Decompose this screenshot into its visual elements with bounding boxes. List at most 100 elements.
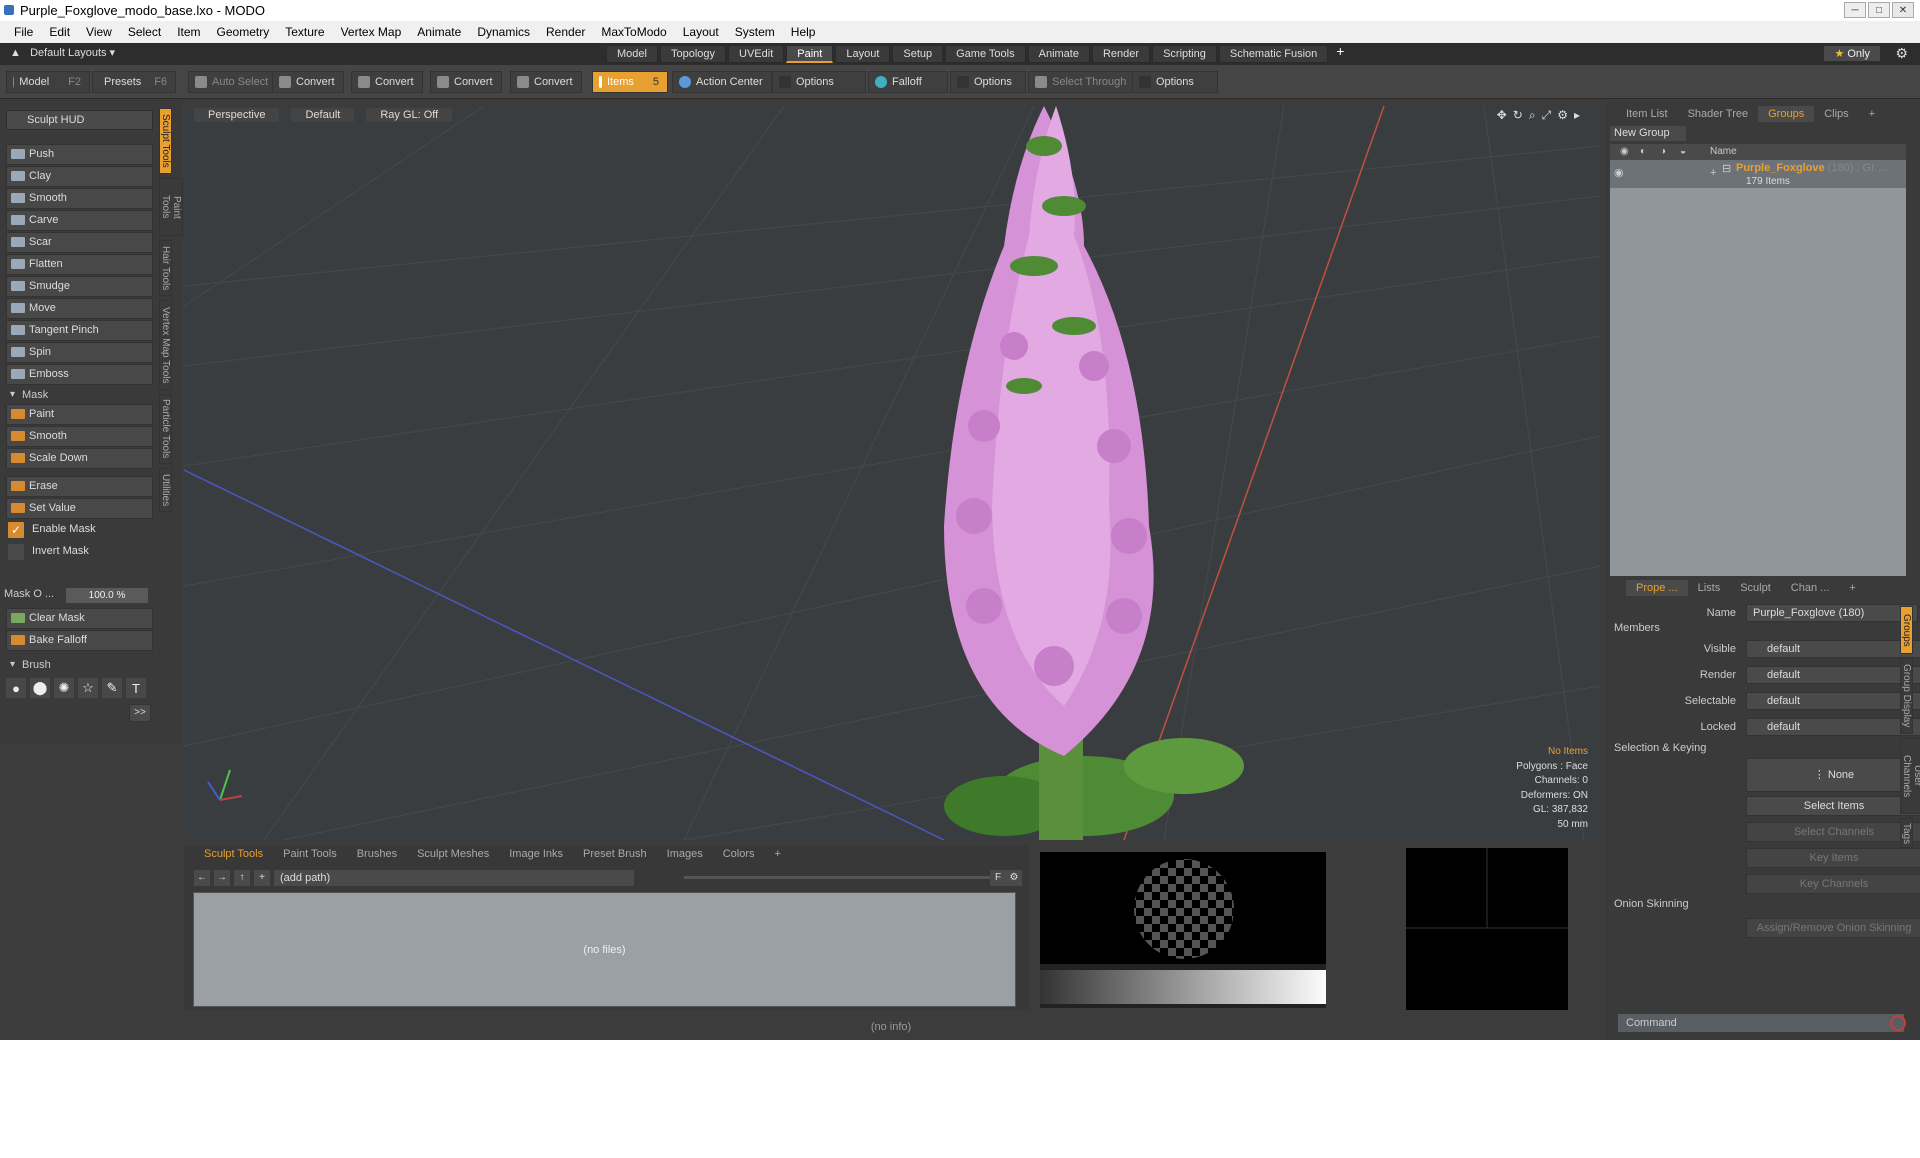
presets-button[interactable]: Presets F6: [92, 71, 176, 93]
close-button[interactable]: ✕: [1892, 2, 1914, 18]
members-section[interactable]: Members: [1614, 622, 1660, 634]
tab-render[interactable]: Render: [1091, 45, 1151, 63]
vtab-sculpt-tools[interactable]: Sculpt Tools: [159, 108, 172, 174]
menu-layout[interactable]: Layout: [675, 25, 727, 39]
select-through-button[interactable]: Select Through: [1028, 71, 1136, 93]
splat-brush-icon[interactable]: ✺: [54, 678, 74, 698]
menu-maxtomodo[interactable]: MaxToModo: [593, 25, 674, 39]
model-button[interactable]: Model F2: [6, 71, 90, 93]
expand-icon[interactable]: +: [1710, 166, 1716, 180]
more-brushes-button[interactable]: >>: [129, 704, 151, 722]
tab-topology[interactable]: Topology: [659, 45, 727, 63]
visibility-eye-icon[interactable]: ◉: [1614, 166, 1624, 180]
tab-properties[interactable]: Prope ...: [1626, 580, 1688, 596]
vtab-paint-tools[interactable]: Paint Tools: [159, 178, 183, 236]
selection-keying-section[interactable]: Selection & Keying: [1614, 742, 1706, 754]
settings-icon[interactable]: ⚙: [1006, 870, 1022, 886]
thumbnail-size-slider[interactable]: [684, 876, 994, 879]
menu-dynamics[interactable]: Dynamics: [469, 25, 538, 39]
tab-item-list[interactable]: Item List: [1616, 106, 1678, 122]
vtab-particle-tools[interactable]: Particle Tools: [159, 394, 172, 464]
add-tab-button[interactable]: +: [1859, 106, 1885, 122]
convert-button-3[interactable]: Convert: [430, 71, 502, 93]
procedural-brush-icon[interactable]: ✎: [102, 678, 122, 698]
select-icon[interactable]: ◒: [1680, 144, 1686, 160]
add-icon[interactable]: +: [254, 870, 270, 886]
eye-icon[interactable]: ◉: [1620, 144, 1629, 160]
command-input[interactable]: Command: [1618, 1014, 1904, 1032]
onion-skinning-section[interactable]: Onion Skinning: [1614, 898, 1689, 910]
menu-render[interactable]: Render: [538, 25, 593, 39]
convert-button-1[interactable]: Convert: [272, 71, 344, 93]
tab-sculpt-tools[interactable]: Sculpt Tools: [194, 845, 273, 863]
clear-mask-button[interactable]: Clear Mask: [6, 608, 153, 629]
view-mode-dropdown[interactable]: Perspective: [194, 108, 280, 122]
tool-push[interactable]: Push: [6, 144, 153, 165]
render-dropdown[interactable]: default: [1746, 666, 1920, 684]
sculpt-hud-button[interactable]: Sculpt HUD: [6, 110, 153, 130]
settings-icon[interactable]: ⚙: [1557, 108, 1568, 123]
tab-preset-brush[interactable]: Preset Brush: [573, 845, 657, 863]
tab-clips[interactable]: Clips: [1814, 106, 1858, 122]
maximize-icon[interactable]: ⤢: [1542, 108, 1552, 123]
auto-select-button[interactable]: Auto Select: [188, 71, 278, 93]
tab-setup[interactable]: Setup: [892, 45, 944, 63]
options-button-2[interactable]: Options: [950, 71, 1026, 93]
shading-style-dropdown[interactable]: Default: [291, 108, 355, 122]
pan-icon[interactable]: ✥: [1497, 108, 1507, 123]
convert-button-2[interactable]: Convert: [351, 71, 423, 93]
minimize-button[interactable]: ─: [1844, 2, 1866, 18]
menu-file[interactable]: File: [6, 25, 41, 39]
rotate-icon[interactable]: ↻: [1513, 108, 1523, 123]
tool-clay[interactable]: Clay: [6, 166, 153, 187]
tool-emboss[interactable]: Emboss: [6, 364, 153, 385]
tool-flatten[interactable]: Flatten: [6, 254, 153, 275]
tab-brushes[interactable]: Brushes: [347, 845, 407, 863]
tab-sculpt[interactable]: Sculpt: [1730, 580, 1781, 596]
add-tab-button[interactable]: +: [1839, 580, 1865, 596]
menu-view[interactable]: View: [78, 25, 120, 39]
falloff-button[interactable]: Falloff: [868, 71, 948, 93]
tab-lists[interactable]: Lists: [1688, 580, 1731, 596]
vtab-hair-tools[interactable]: Hair Tools: [159, 240, 172, 296]
menu-system[interactable]: System: [727, 25, 783, 39]
erase-button[interactable]: Erase: [6, 476, 153, 497]
menu-item[interactable]: Item: [169, 25, 208, 39]
tab-uvedit[interactable]: UVEdit: [728, 45, 785, 63]
gear-icon[interactable]: ⚙: [1895, 45, 1908, 62]
3d-viewport[interactable]: Perspective Default Ray GL: Off ✥ ↻ ⌕ ⤢ …: [184, 106, 1600, 840]
path-dropdown[interactable]: (add path): [274, 870, 634, 886]
tab-sculpt-meshes[interactable]: Sculpt Meshes: [407, 845, 499, 863]
add-tab-button[interactable]: +: [765, 845, 791, 863]
lock-icon[interactable]: ◑: [1660, 144, 1666, 160]
up-folder-icon[interactable]: ↑: [234, 870, 250, 886]
vtab-group-display[interactable]: Group Display: [1900, 658, 1913, 734]
group-row-purple-foxglove[interactable]: ◉ + ⊟ Purple_Foxglove (180) : Gr ... 179…: [1610, 160, 1906, 188]
options-button-3[interactable]: Options: [1132, 71, 1218, 93]
render-icon[interactable]: ◐: [1640, 144, 1646, 160]
selectable-dropdown[interactable]: default: [1746, 692, 1920, 710]
tab-groups[interactable]: Groups: [1758, 106, 1815, 122]
soft-brush-icon[interactable]: ●: [6, 678, 26, 698]
record-icon[interactable]: [1890, 1015, 1906, 1031]
mask-section-header[interactable]: Mask: [6, 386, 153, 404]
tab-layout[interactable]: Layout: [835, 45, 891, 63]
convert-button-4[interactable]: Convert: [510, 71, 582, 93]
locked-dropdown[interactable]: default: [1746, 718, 1920, 736]
select-channels-button[interactable]: Select Channels: [1746, 822, 1920, 842]
mask-opacity-field[interactable]: 100.0 %: [66, 588, 148, 603]
tool-tangent-pinch[interactable]: Tangent Pinch: [6, 320, 153, 341]
mask-tool-paint[interactable]: Paint: [6, 404, 153, 425]
text-brush-icon[interactable]: T: [126, 678, 146, 698]
tab-images[interactable]: Images: [657, 845, 713, 863]
tool-carve[interactable]: Carve: [6, 210, 153, 231]
star-brush-icon[interactable]: ☆: [78, 678, 98, 698]
none-button[interactable]: ⋮ None: [1746, 758, 1920, 792]
group-name-field[interactable]: Purple_Foxglove (180): [1746, 604, 1918, 622]
set-value-button[interactable]: Set Value: [6, 498, 153, 519]
forward-arrow-icon[interactable]: →: [214, 870, 230, 886]
vtab-tags[interactable]: Tags: [1900, 818, 1913, 848]
items-mode-button[interactable]: Items 5: [592, 71, 668, 93]
layout-dropdown[interactable]: ▲ Default Layouts ▾: [10, 46, 115, 59]
enable-mask-toggle[interactable]: ✓ Enable Mask: [6, 520, 153, 541]
